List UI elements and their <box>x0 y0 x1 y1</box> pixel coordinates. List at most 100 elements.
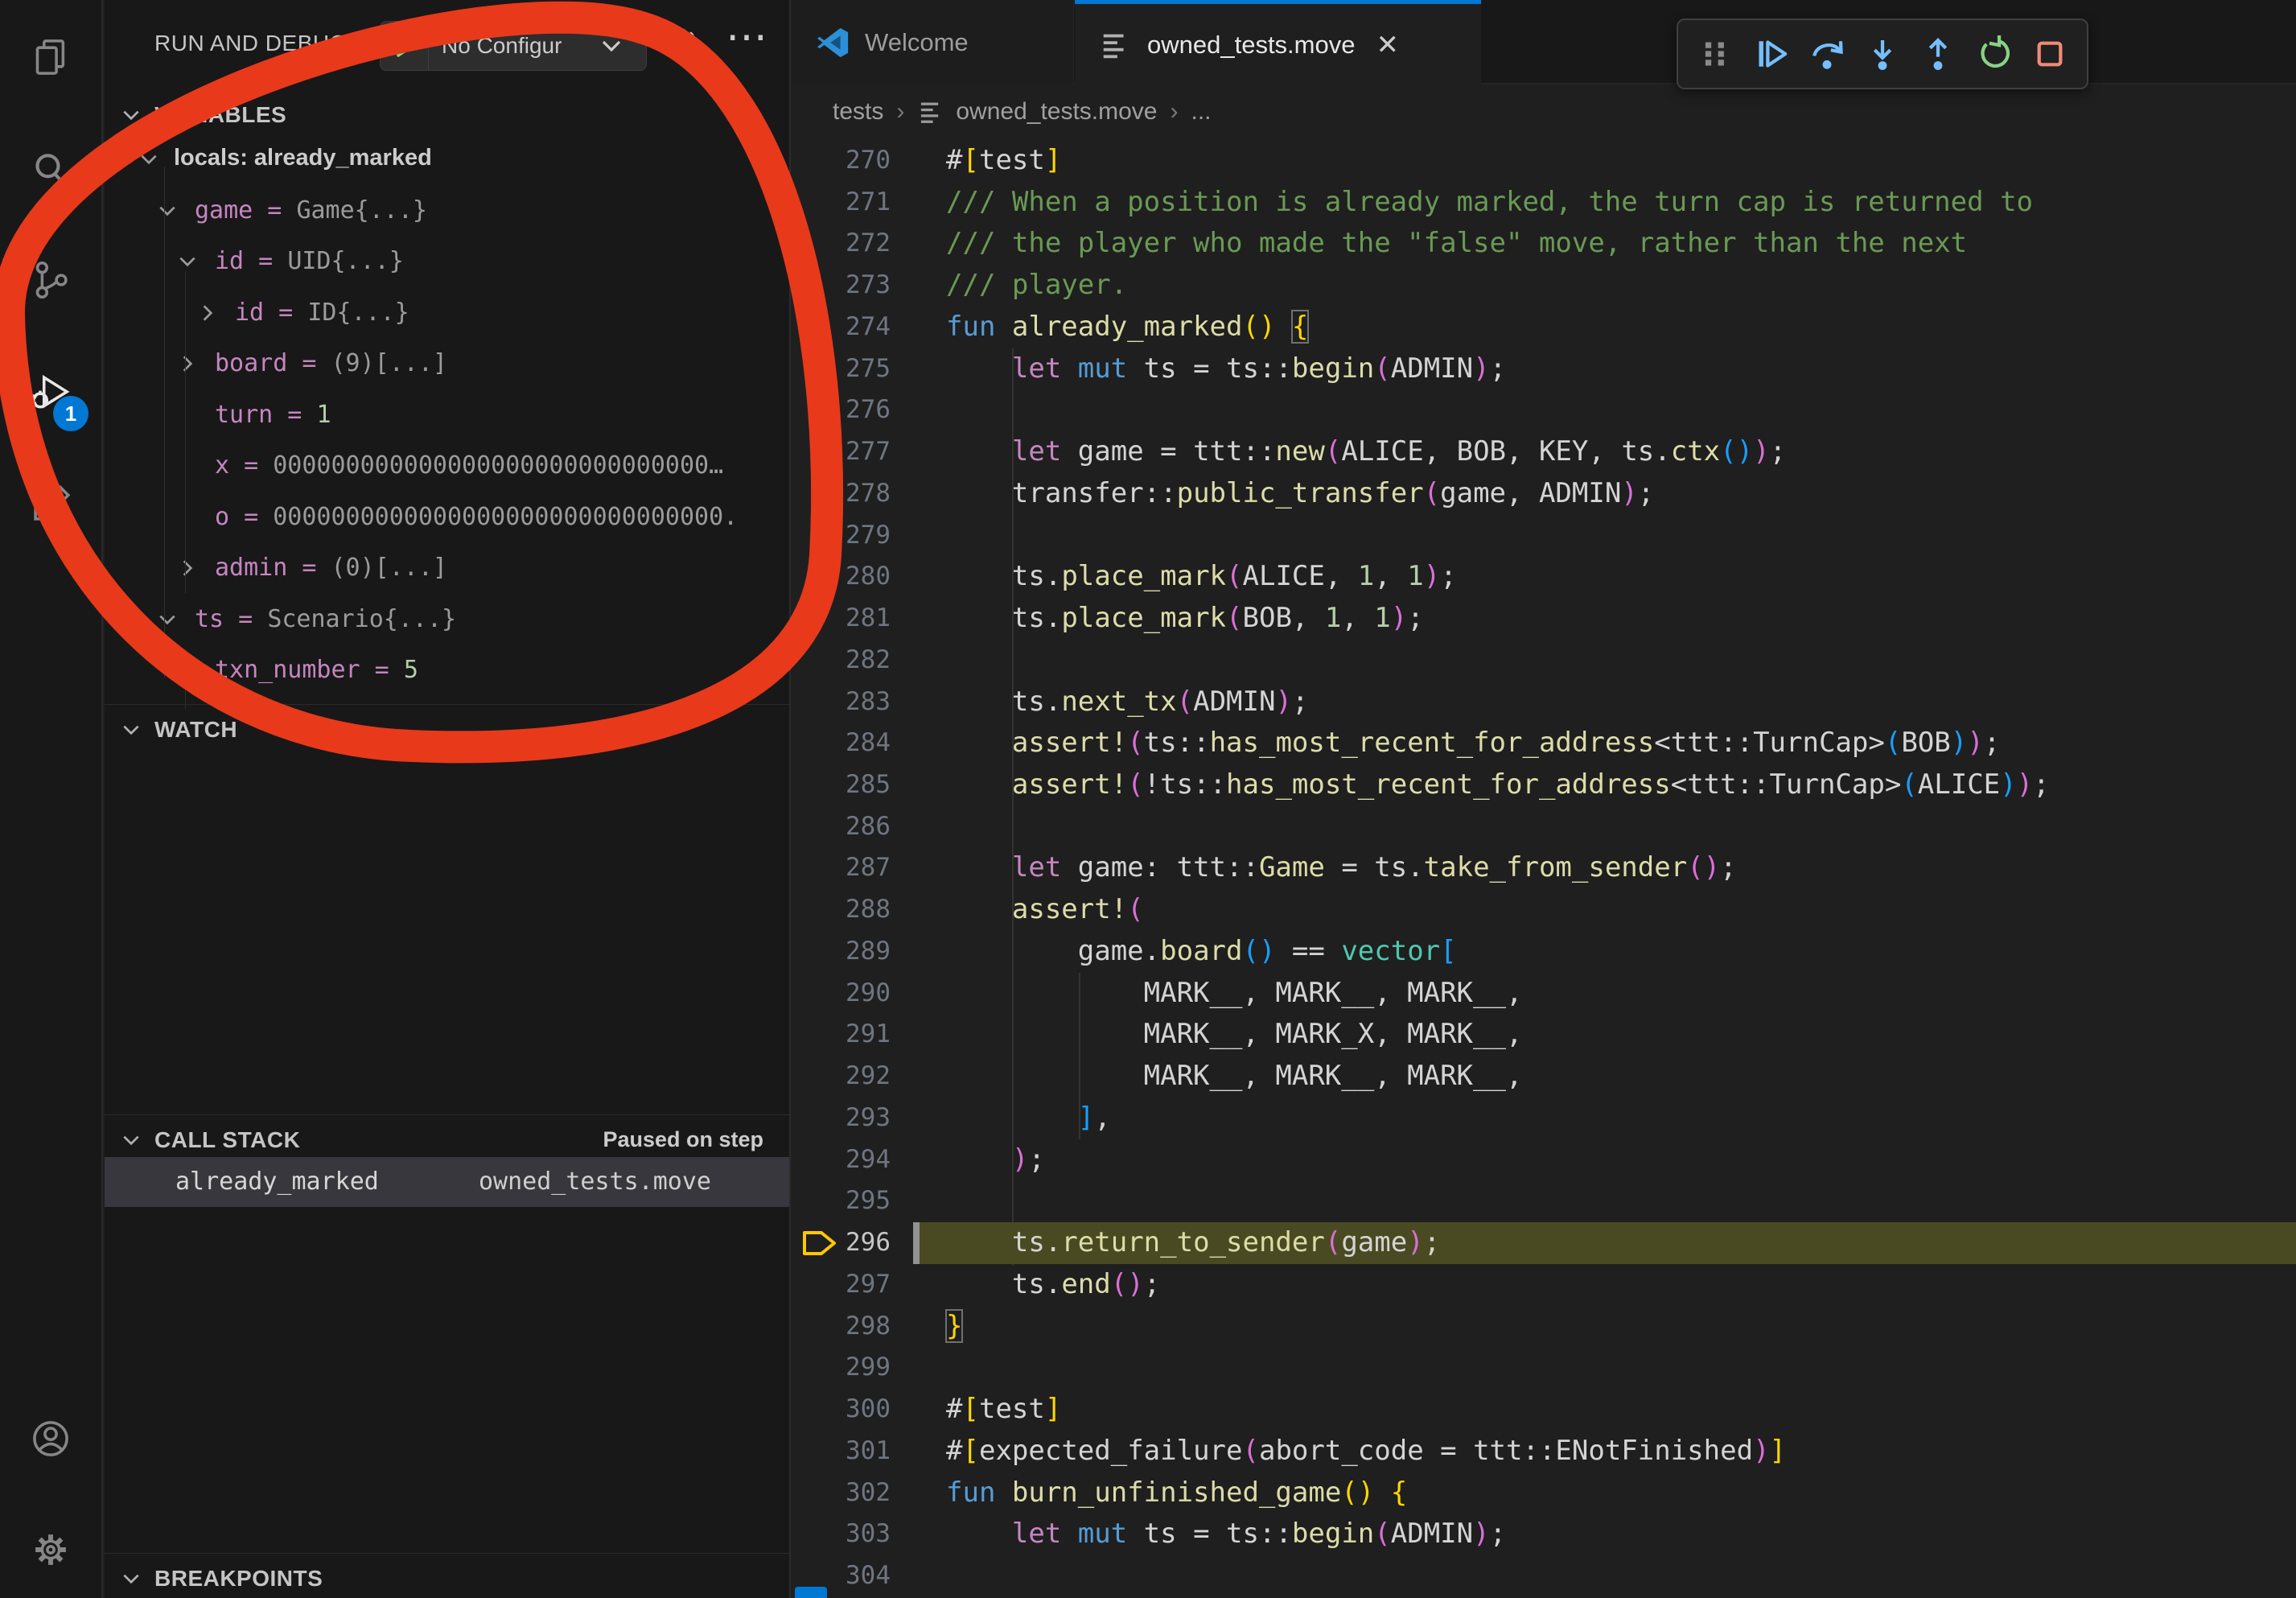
line-content[interactable]: /// the player who made the "false" move… <box>946 223 1967 265</box>
line-content[interactable]: let game = ttt::new(ALICE, BOB, KEY, ts.… <box>946 431 1786 473</box>
breakpoint-margin[interactable] <box>800 394 839 426</box>
account-icon[interactable] <box>30 1418 72 1460</box>
line-content[interactable]: ts.place_mark(BOB, 1, 1); <box>946 598 1424 640</box>
breakpoint-margin[interactable] <box>800 478 839 510</box>
call-stack-frame[interactable]: already_marked owned_tests.move <box>105 1157 789 1207</box>
variables-section-header[interactable]: VARIABLES <box>105 90 789 140</box>
variable-row[interactable]: txn_number = 5 <box>105 645 789 696</box>
breakpoint-margin[interactable] <box>800 1477 839 1509</box>
line-content[interactable]: transfer::public_transfer(game, ADMIN); <box>946 473 1654 515</box>
line-content[interactable]: #[test] <box>946 1389 1061 1431</box>
breakpoint-margin[interactable] <box>800 1144 839 1176</box>
variable-row[interactable]: game = Game{...} <box>105 186 789 237</box>
line-content[interactable]: MARK__, MARK__, MARK__, <box>946 973 1522 1015</box>
breakpoint-margin[interactable] <box>800 353 839 385</box>
line-content[interactable]: ts.end(); <box>946 1264 1160 1306</box>
line-content[interactable]: ts.place_mark(ALICE, 1, 1); <box>946 556 1457 598</box>
breakpoint-margin[interactable] <box>800 852 839 884</box>
line-content[interactable]: } <box>946 1306 962 1348</box>
breakpoint-margin[interactable] <box>800 270 839 302</box>
watch-section-header[interactable]: WATCH <box>105 704 789 754</box>
variable-row[interactable]: board = (9)[...] <box>105 339 789 389</box>
breakpoint-margin[interactable] <box>800 311 839 344</box>
breakpoint-margin[interactable] <box>800 645 839 677</box>
chevron-right-icon[interactable] <box>177 353 198 374</box>
breakpoint-margin[interactable] <box>800 145 839 177</box>
tab-welcome[interactable]: Welcome <box>792 0 1074 84</box>
line-content[interactable]: assert!(ts::has_most_recent_for_address<… <box>946 723 2000 764</box>
configuration-dropdown[interactable]: No Configur <box>429 33 646 59</box>
chevron-down-icon[interactable] <box>157 609 178 630</box>
breakpoints-section-header[interactable]: BREAKPOINTS <box>105 1553 789 1598</box>
breakpoint-margin[interactable] <box>800 1019 839 1051</box>
breadcrumb-more[interactable]: ... <box>1191 98 1212 126</box>
line-content[interactable]: #[test] <box>946 140 1061 182</box>
breakpoint-margin[interactable] <box>800 1352 839 1384</box>
debug-settings-gear-icon[interactable] <box>665 24 702 61</box>
breakpoint-margin[interactable] <box>800 603 839 635</box>
chevron-down-icon[interactable] <box>177 251 198 272</box>
line-content[interactable]: ts.return_to_sender(game); <box>946 1222 1440 1264</box>
breakpoint-margin[interactable] <box>800 1560 839 1592</box>
variable-row[interactable]: ts = Scenario{...} <box>105 595 789 645</box>
line-content[interactable]: let game: ttt::Game = ts.take_from_sende… <box>946 847 1737 889</box>
chevron-down-icon[interactable] <box>157 200 178 221</box>
breakpoint-margin[interactable] <box>800 1394 839 1426</box>
settings-gear-icon[interactable] <box>30 1529 72 1571</box>
line-content[interactable]: ts.next_tx(ADMIN); <box>946 682 1308 723</box>
more-actions-icon[interactable]: ⋯ <box>726 13 769 61</box>
breakpoint-margin[interactable] <box>800 561 839 593</box>
variable-row[interactable]: id = ID{...} <box>105 288 789 339</box>
breakpoint-margin[interactable] <box>800 520 839 552</box>
continue-icon[interactable] <box>1747 28 1794 80</box>
variable-row[interactable]: turn = 1 <box>105 390 789 441</box>
step-into-icon[interactable] <box>1858 28 1906 80</box>
breakpoint-margin[interactable] <box>800 1269 839 1301</box>
breakpoint-margin[interactable] <box>800 811 839 843</box>
breadcrumb-file[interactable]: owned_tests.move <box>956 98 1157 126</box>
breakpoint-margin[interactable] <box>800 978 839 1010</box>
chevron-right-icon[interactable] <box>197 303 218 323</box>
breakpoint-margin[interactable] <box>800 1435 839 1468</box>
line-content[interactable]: /// When a position is already marked, t… <box>946 182 2033 224</box>
restart-icon[interactable] <box>1970 28 2018 80</box>
line-content[interactable]: assert!(!ts::has_most_recent_for_address… <box>946 764 2050 806</box>
variable-row[interactable]: o = 0000000000000000000000000000000. <box>105 492 789 543</box>
variable-row[interactable]: x = 000000000000000000000000000000… <box>105 441 789 492</box>
variable-row[interactable]: admin = (0)[...] <box>105 543 789 594</box>
line-content[interactable]: assert!( <box>946 889 1144 931</box>
drag-handle-icon[interactable] <box>1691 28 1738 80</box>
step-over-icon[interactable] <box>1803 28 1850 80</box>
breakpoint-margin[interactable] <box>800 1311 839 1343</box>
breakpoint-margin[interactable] <box>800 187 839 219</box>
breakpoint-margin[interactable] <box>800 894 839 926</box>
step-out-icon[interactable] <box>1915 28 1962 80</box>
breakpoint-margin[interactable] <box>800 936 839 968</box>
extensions-icon[interactable] <box>30 483 72 525</box>
breakpoint-margin[interactable] <box>800 1102 839 1135</box>
breadcrumb-folder[interactable]: tests <box>833 98 883 126</box>
stop-icon[interactable] <box>2026 28 2074 80</box>
breakpoint-margin[interactable] <box>800 686 839 719</box>
breakpoint-margin[interactable] <box>800 769 839 801</box>
explorer-icon[interactable] <box>30 36 72 78</box>
variable-row[interactable]: locals: already_marked <box>105 134 789 185</box>
line-content[interactable]: let mut ts = ts::begin(ADMIN); <box>946 348 1506 390</box>
line-content[interactable]: game.board() == vector[ <box>946 931 1457 973</box>
breakpoint-margin[interactable] <box>800 1185 839 1217</box>
line-content[interactable]: MARK__, MARK__, MARK__, <box>946 1056 1522 1098</box>
line-content[interactable]: fun already_marked() { <box>946 307 1308 348</box>
chevron-down-icon[interactable] <box>138 149 159 170</box>
line-content[interactable]: ], <box>946 1098 1111 1139</box>
breakpoint-margin[interactable] <box>800 1061 839 1093</box>
line-content[interactable]: let mut ts = ts::begin(ADMIN); <box>946 1514 1506 1555</box>
close-icon[interactable]: ✕ <box>1376 29 1399 61</box>
start-debug-button[interactable] <box>381 22 429 70</box>
breakpoint-margin[interactable] <box>800 228 839 260</box>
line-content[interactable]: MARK__, MARK_X, MARK__, <box>946 1014 1522 1056</box>
tab-owned-tests[interactable]: owned_tests.move ✕ <box>1075 0 1481 86</box>
line-content[interactable]: #[expected_failure(abort_code = ttt::ENo… <box>946 1431 1786 1472</box>
breakpoint-margin[interactable] <box>800 436 839 468</box>
variable-row[interactable]: id = UID{...} <box>105 237 789 287</box>
line-content[interactable]: fun burn_unfinished_game() { <box>946 1472 1407 1514</box>
